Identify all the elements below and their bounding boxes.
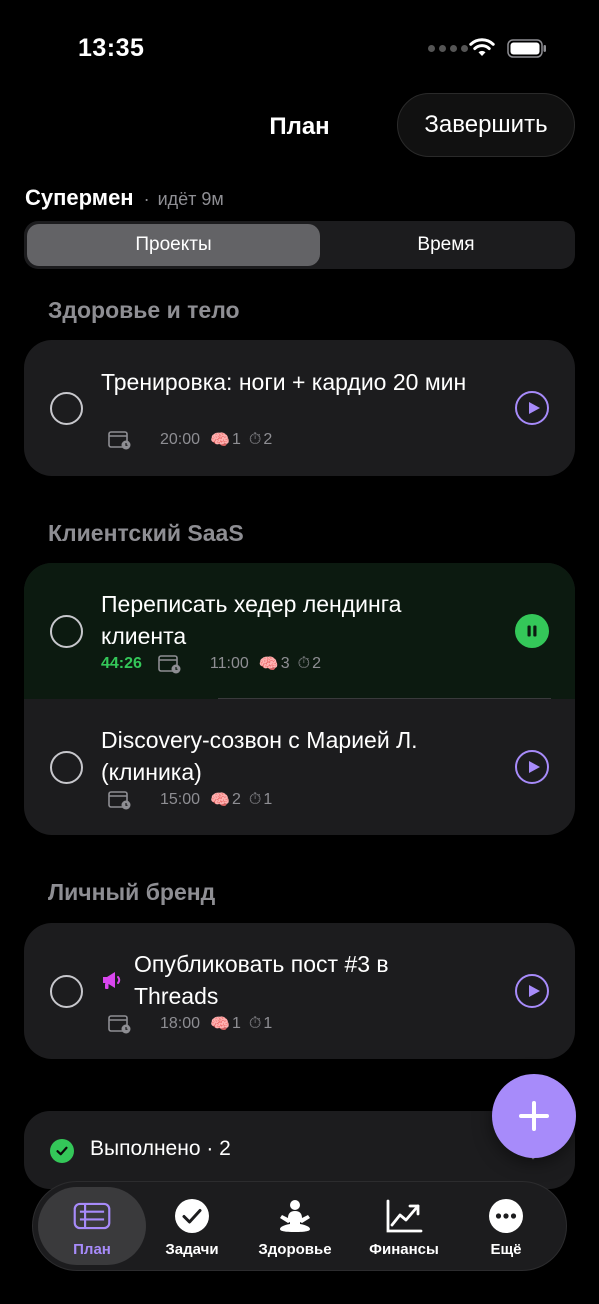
done-check-icon (50, 1139, 74, 1163)
play-icon (528, 402, 540, 414)
task-checkbox[interactable] (50, 975, 83, 1008)
task-title: Discovery-созвон с Марией Л. (клиника) (101, 727, 418, 785)
task-title: Переписать хедер лендинга клиента (101, 591, 402, 649)
running-timer: 44:26 (101, 655, 142, 672)
session-name: Супермен (25, 185, 134, 210)
stopwatch-icon: ⏱ (248, 791, 262, 808)
task-row[interactable]: Тренировка: ноги + кардио 20 мин 20:00 🧠… (24, 340, 575, 476)
tab-more[interactable]: Ещё (452, 1187, 560, 1265)
brain-count: 2 (231, 791, 241, 808)
task-checkbox[interactable] (50, 392, 83, 425)
play-button[interactable] (515, 391, 549, 425)
task-card: Переписать хедер лендинга клиента 44:26 … (24, 563, 575, 835)
completed-label: Выполнено · 2 (90, 1137, 231, 1160)
battery-icon (507, 39, 546, 58)
view-segmented-control: Проекты Время (24, 221, 575, 269)
play-button[interactable] (515, 974, 549, 1008)
task-time: 18:00 (160, 1015, 201, 1032)
task-title: Тренировка: ноги + кардио 20 мин (101, 369, 467, 395)
stopwatch-icon: ⏱ (248, 1015, 262, 1032)
brain-count: 1 (231, 431, 241, 448)
task-title: Опубликовать пост #3 в Threads (134, 951, 389, 1009)
stopwatch-icon: ⏱ (248, 431, 262, 448)
brain-icon: 🧠 (210, 792, 230, 809)
segment-time[interactable]: Время (320, 224, 572, 266)
tab-label: Ещё (490, 1241, 522, 1258)
brain-icon: 🧠 (210, 1016, 230, 1033)
chart-icon (385, 1197, 423, 1235)
signal-dots-icon (428, 45, 468, 52)
stopwatch-count: 2 (312, 655, 321, 672)
pause-button[interactable] (515, 614, 549, 648)
finish-button[interactable]: Завершить (397, 93, 575, 157)
more-icon (487, 1197, 525, 1235)
task-checkbox[interactable] (50, 615, 83, 648)
task-row[interactable]: Discovery-созвон с Марией Л. (клиника) 1… (24, 699, 575, 835)
session-info: Супермен · идёт 9м (25, 185, 224, 211)
brain-count: 1 (231, 1015, 241, 1032)
calendar-clock-icon (158, 655, 181, 674)
add-task-button[interactable] (492, 1074, 576, 1158)
task-row-running[interactable]: Переписать хедер лендинга клиента 44:26 … (24, 563, 575, 699)
task-card: Тренировка: ноги + кардио 20 мин 20:00 🧠… (24, 340, 575, 476)
section-title: Личный бренд (48, 879, 216, 905)
task-meta: 18:00 🧠 1 ⏱ 1 (108, 1014, 280, 1034)
task-time: 20:00 (160, 431, 201, 448)
status-bar: 13:35 (0, 0, 599, 90)
stopwatch-count: 2 (263, 431, 273, 448)
task-row[interactable]: Опубликовать пост #3 в Threads 18:00 🧠 1… (24, 923, 575, 1059)
meditation-icon (276, 1197, 314, 1235)
wifi-icon (469, 38, 495, 56)
stopwatch-count: 1 (263, 1015, 273, 1032)
play-icon (528, 985, 540, 997)
tab-label: Задачи (165, 1241, 219, 1258)
section-title: Здоровье и тело (48, 297, 240, 323)
megaphone-icon (103, 972, 121, 989)
stopwatch-icon: ⏱ (297, 655, 311, 672)
play-button[interactable] (515, 750, 549, 784)
tab-label: Здоровье (258, 1241, 332, 1258)
status-time: 13:35 (78, 34, 145, 62)
task-meta: 44:26 11:00 🧠 3 ⏱ 2 (101, 654, 329, 674)
calendar-clock-icon (108, 431, 131, 450)
brain-icon: 🧠 (210, 432, 230, 449)
plan-icon (73, 1197, 111, 1235)
tab-bar: План Задачи Здоровье Финансы Ещё (32, 1181, 567, 1271)
segment-projects[interactable]: Проекты (27, 224, 320, 266)
tab-plan[interactable]: План (38, 1187, 146, 1265)
calendar-clock-icon (108, 791, 131, 810)
tab-tasks[interactable]: Задачи (138, 1187, 246, 1265)
check-circle-icon (173, 1197, 211, 1235)
task-meta: 15:00 🧠 2 ⏱ 1 (108, 790, 280, 810)
task-time: 15:00 (160, 791, 201, 808)
tab-health[interactable]: Здоровье (241, 1187, 349, 1265)
task-meta: 20:00 🧠 1 ⏱ 2 (108, 430, 280, 450)
task-time: 11:00 (209, 655, 249, 672)
tab-label: План (73, 1241, 111, 1258)
plus-icon (519, 1101, 549, 1131)
session-status: идёт 9м (157, 189, 224, 209)
brain-count: 3 (280, 655, 290, 672)
tab-label: Финансы (369, 1241, 439, 1258)
pause-icon (527, 625, 537, 637)
calendar-clock-icon (108, 1015, 131, 1034)
session-separator: · (143, 189, 150, 209)
stopwatch-count: 1 (263, 791, 273, 808)
tab-finance[interactable]: Финансы (350, 1187, 458, 1265)
task-card: Опубликовать пост #3 в Threads 18:00 🧠 1… (24, 923, 575, 1059)
play-icon (528, 761, 540, 773)
section-title: Клиентский SaaS (48, 520, 244, 546)
task-checkbox[interactable] (50, 751, 83, 784)
brain-icon: 🧠 (258, 656, 279, 673)
